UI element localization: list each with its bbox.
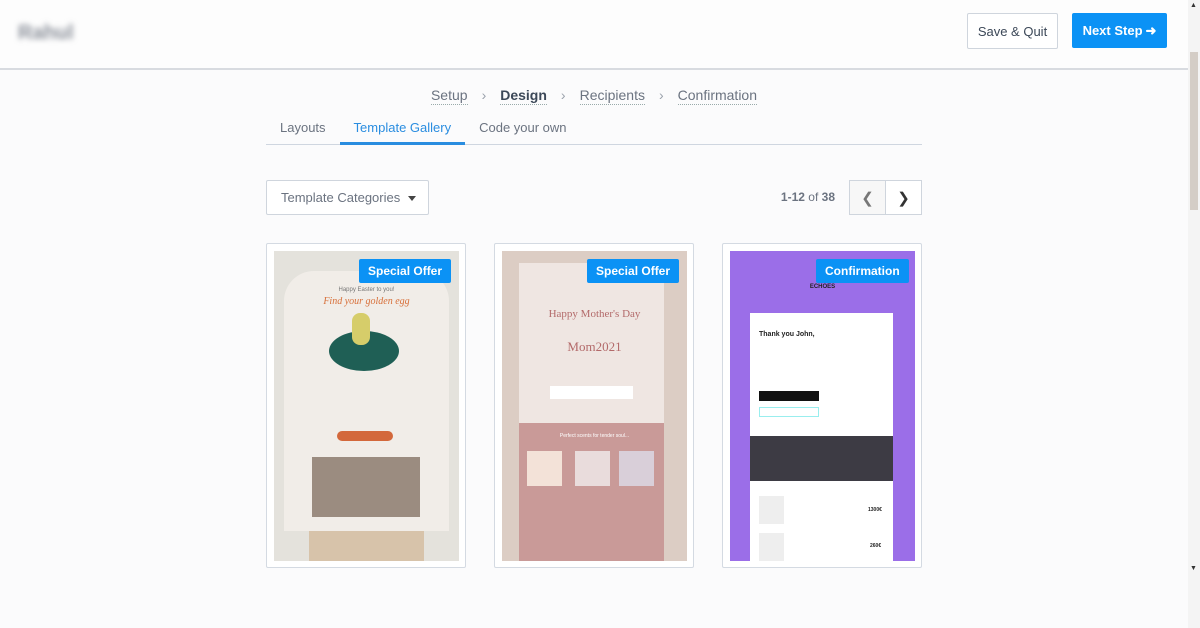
preview-headline: Find your golden egg <box>323 296 410 307</box>
scroll-down-icon[interactable]: ▼ <box>1190 565 1198 573</box>
chevron-right-icon: › <box>560 87 566 103</box>
template-card[interactable]: Happy Mother's Day Mom2021 Perfect scent… <box>494 243 694 568</box>
page-of: of <box>808 190 819 204</box>
scroll-up-icon[interactable]: ▲ <box>1190 2 1198 10</box>
brand-name: Rahul <box>18 22 74 44</box>
template-categories-dropdown[interactable]: Template Categories <box>266 180 429 215</box>
template-card[interactable]: Happy Easter to you! Find your golden eg… <box>266 243 466 568</box>
preview-headline: Thank you John, <box>759 331 815 338</box>
chevron-right-icon: › <box>658 87 664 103</box>
top-header: Rahul Save & Quit Next Step ➜ <box>0 0 1188 70</box>
design-tabs: Layouts Template Gallery Code your own <box>266 112 922 145</box>
step-recipients[interactable]: Recipients <box>579 87 645 105</box>
chevron-left-icon: ❮ <box>861 189 874 207</box>
preview-brand: ECHOES <box>809 284 836 290</box>
category-badge: Special Offer <box>359 259 452 283</box>
step-setup[interactable]: Setup <box>430 87 468 105</box>
template-preview: Happy Mother's Day Mom2021 Perfect scent… <box>502 251 687 561</box>
category-badge: Confirmation <box>816 259 909 283</box>
next-step-label: Next Step <box>1082 23 1143 38</box>
preview-price: 1300€ <box>868 507 882 513</box>
step-design[interactable]: Design <box>500 87 547 105</box>
page-range: 1-12 <box>780 190 805 204</box>
wizard-steps: Setup › Design › Recipients › Confirmation <box>0 87 1188 105</box>
chevron-right-icon: ❯ <box>897 189 910 207</box>
scrollbar-thumb[interactable] <box>1190 52 1198 210</box>
pagination-controls: ❮ ❯ <box>849 180 922 215</box>
step-confirmation[interactable]: Confirmation <box>677 87 758 105</box>
caret-down-icon <box>408 196 416 201</box>
tab-template-gallery[interactable]: Template Gallery <box>339 112 466 145</box>
pagination-info: 1-12 of 38 <box>760 190 835 204</box>
prev-page-button[interactable]: ❮ <box>850 181 886 214</box>
template-preview: Happy Easter to you! Find your golden eg… <box>274 251 459 561</box>
chevron-right-icon: › <box>481 87 487 103</box>
preview-section-title: Perfect scents for tender soul... <box>559 433 630 439</box>
preview-price: 260€ <box>870 543 882 549</box>
arrow-right-icon: ➜ <box>1145 22 1157 38</box>
tab-layouts[interactable]: Layouts <box>266 112 340 145</box>
scrollbar[interactable]: ▲ ▼ <box>1188 0 1200 628</box>
next-page-button[interactable]: ❯ <box>886 181 921 214</box>
template-preview: ECHOES Thank you John, 1300€ 260€ <box>730 251 915 561</box>
tab-code-your-own[interactable]: Code your own <box>465 112 580 145</box>
category-badge: Special Offer <box>587 259 680 283</box>
next-step-button[interactable]: Next Step ➜ <box>1072 13 1167 48</box>
save-quit-button[interactable]: Save & Quit <box>967 13 1058 49</box>
template-card[interactable]: ECHOES Thank you John, 1300€ 260€ Confir… <box>722 243 922 568</box>
preview-headline: Happy Mother's Day <box>548 308 641 320</box>
dropdown-label: Template Categories <box>281 190 401 205</box>
preview-coupon-code: Mom2021 <box>567 339 622 354</box>
page-total: 38 <box>821 190 835 204</box>
preview-subtitle: Happy Easter to you! <box>338 287 395 293</box>
